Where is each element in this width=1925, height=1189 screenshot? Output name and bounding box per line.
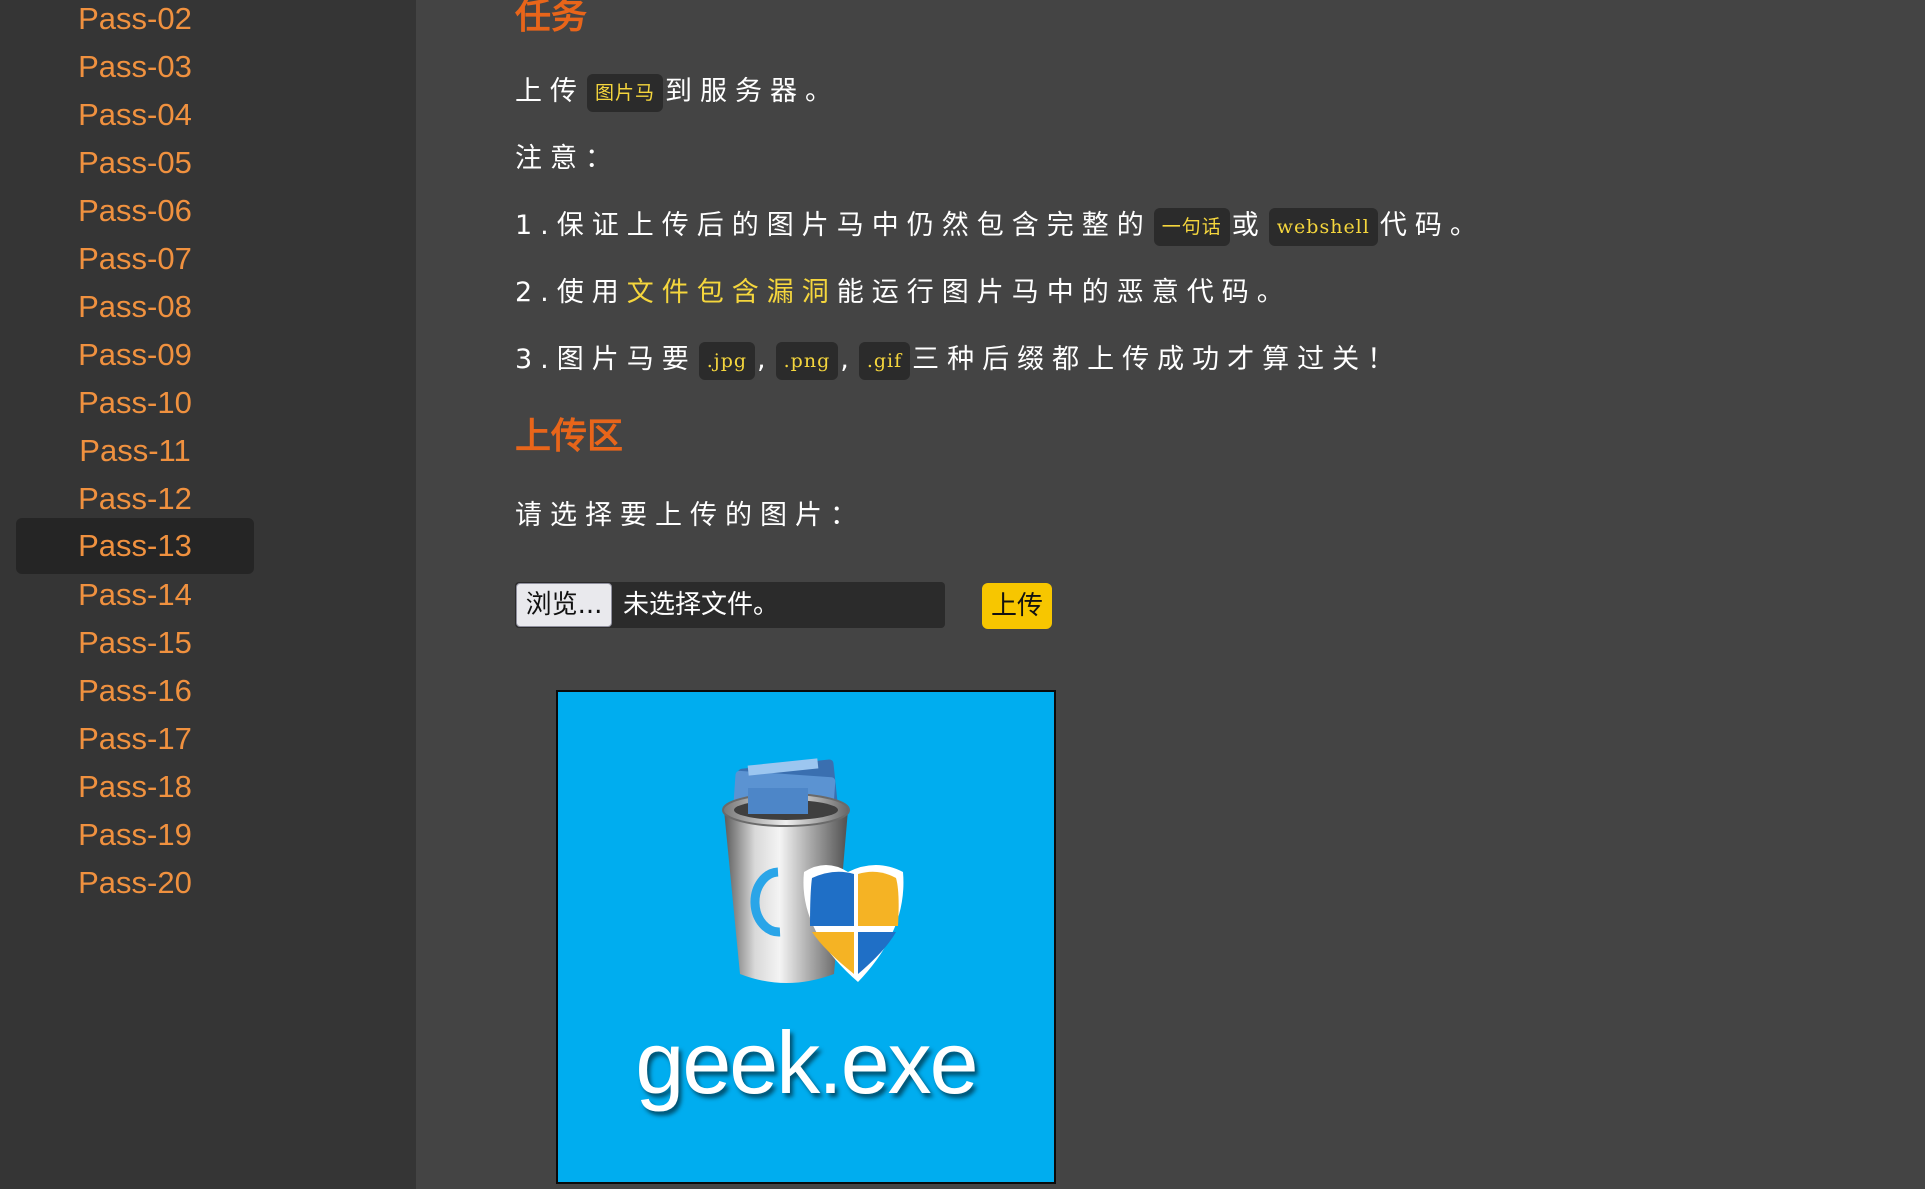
file-input[interactable]: 浏览... 未选择文件。 bbox=[515, 582, 945, 628]
note-item-1: 1.保证上传后的图片马中仍然包含完整的 一句话或 webshell 代码。 bbox=[515, 204, 1485, 248]
code-image-trojan: 图片马 bbox=[587, 73, 664, 112]
preview-caption: geek.exe bbox=[635, 1013, 978, 1112]
note-item-1-pre: 1.保证上传后的图片马中仍然包含完整的 bbox=[515, 210, 1152, 241]
main-content: 任务 上传 图片马 到服务器。 注意： 1.保证上传后的图片马中仍然包含完整的 一句话… bbox=[416, 0, 1925, 1189]
code-png: .png bbox=[775, 341, 839, 380]
file-status: 未选择文件。 bbox=[623, 590, 780, 620]
code-jpg: .jpg bbox=[698, 341, 756, 380]
separator-1: , bbox=[757, 344, 774, 375]
browse-button[interactable]: 浏览... bbox=[516, 583, 612, 627]
sidebar: Pass-02 Pass-03 Pass-04 Pass-05 Pass-06 … bbox=[0, 0, 416, 1189]
task-line-pre: 上传 bbox=[515, 76, 585, 107]
note-item-1-post: 代码。 bbox=[1379, 210, 1485, 241]
task-heading: 任务 bbox=[515, 0, 588, 36]
note-item-2-post: 能运行图片马中的恶意代码。 bbox=[836, 277, 1292, 308]
task-line-post: 到服务器。 bbox=[665, 76, 841, 107]
sidebar-item-pass-20[interactable]: Pass-20 bbox=[16, 855, 254, 911]
upload-heading: 上传区 bbox=[515, 415, 624, 456]
sidebar-item-pass-13[interactable]: Pass-13 bbox=[16, 518, 254, 574]
code-gif: .gif bbox=[858, 341, 911, 380]
upload-button[interactable]: 上传 bbox=[982, 583, 1052, 629]
note-item-2-pre: 2.使用 bbox=[515, 277, 627, 308]
note-label: 注意： bbox=[515, 143, 620, 174]
file-inclusion-highlight: 文件包含漏洞 bbox=[626, 277, 837, 308]
note-item-3-pre: 3.图片马要 bbox=[515, 344, 697, 375]
note-item-1-mid: 或 bbox=[1231, 210, 1267, 241]
note-item-3-post: 三种后缀都上传成功才算过关！ bbox=[912, 344, 1403, 375]
note-item-3: 3.图片马要 .jpg, .png, .gif 三种后缀都上传成功才算过关！ bbox=[515, 338, 1402, 382]
uploaded-image-preview: geek.exe bbox=[556, 690, 1056, 1184]
code-webshell: webshell bbox=[1268, 207, 1378, 246]
separator-2: , bbox=[840, 344, 857, 375]
code-one-liner: 一句话 bbox=[1153, 207, 1230, 246]
upload-prompt: 请选择要上传的图片： bbox=[515, 500, 865, 531]
note-item-2: 2.使用文件包含漏洞能运行图片马中的恶意代码。 bbox=[515, 271, 1292, 315]
task-line-upload: 上传 图片马 到服务器。 bbox=[515, 70, 840, 114]
